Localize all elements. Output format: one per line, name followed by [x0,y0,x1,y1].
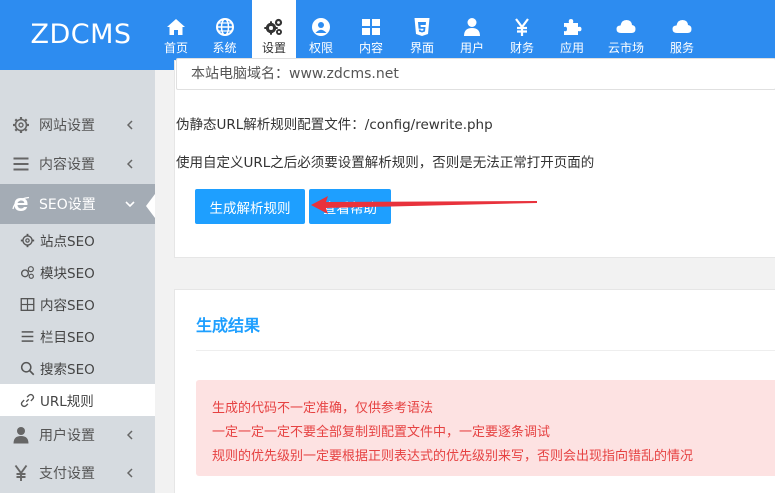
sidebar-item-label: 内容设置 [39,157,95,173]
nav-label: 服务 [669,41,694,55]
sidebar-item-content-settings[interactable]: 内容设置 [0,144,155,184]
sidebar-subitem-label: 模块SEO [40,266,95,282]
cloud-icon [616,17,636,37]
ie-icon [12,195,30,213]
nav-label: 用户 [459,41,484,55]
nav-label: 内容 [358,41,383,55]
nav-label: 设置 [261,41,286,55]
search-icon [20,361,35,376]
gears-icon [264,17,284,37]
sidebar-subitem-label: URL规则 [40,394,94,410]
link-icon [20,393,35,408]
result-title: 生成结果 [196,316,261,335]
sidebar-subitem-label: 内容SEO [40,298,95,314]
sidebar-item-payment-settings[interactable]: 支付设置 [0,454,155,492]
alert-line: 一定一定一定不要全部复制到配置文件中，一定要逐条调试 [212,425,551,440]
user-icon [12,426,30,444]
nav-label: 财务 [509,41,534,55]
gear-icon [20,233,35,248]
result-card: 生成结果 生成的代码不一定准确，仅供参考语法 一定一定一定不要全部复制到配置文件… [174,289,775,493]
nav-label: 应用 [559,41,584,55]
list-icon [12,155,30,173]
chevron-left-icon [125,468,135,478]
sidebar-item-label: SEO设置 [39,197,96,213]
sidebar-item-label: 网站设置 [39,118,95,134]
sidebar-item-label: 用户设置 [39,428,95,444]
notice-text: 使用自定义URL之后必须要设置解析规则，否则是无法正常打开页面的 [176,155,595,171]
chevron-left-icon [125,120,135,130]
html5-icon [412,17,432,37]
rewrite-config-text: 伪静态URL解析规则配置文件：/config/rewrite.php [176,117,493,133]
gear-icon [12,116,30,134]
globe-icon [215,17,235,37]
nav-label: 云市场 [607,41,644,55]
divider [196,350,775,351]
generate-rules-button[interactable]: 生成解析规则 [195,189,305,224]
sidebar-subitem-content-seo[interactable]: 内容SEO [0,288,155,320]
sidebar-item-site-settings[interactable]: 网站设置 [0,105,155,145]
user-circle-icon [311,17,331,37]
user-icon [462,17,482,37]
sidebar-subitem-url-rules[interactable]: URL规则 [0,384,155,416]
grid-icon [361,17,381,37]
sidebar-subitem-module-seo[interactable]: 模块SEO [0,256,155,288]
domain-field[interactable]: 本站电脑域名：www.zdcms.net [176,58,775,90]
warning-alert: 生成的代码不一定准确，仅供参考语法 一定一定一定不要全部复制到配置文件中，一定要… [196,380,775,476]
sidebar-subitem-site-seo[interactable]: 站点SEO [0,224,155,256]
nav-label: 系统 [212,41,237,55]
yen-icon [12,464,30,482]
nav-label: 首页 [163,41,188,55]
yen-icon [512,17,532,37]
sidebar-subitem-label: 搜索SEO [40,362,95,378]
home-icon [166,17,186,37]
sidebar-subitem-label: 站点SEO [40,234,95,250]
sidebar-item-label: 支付设置 [39,466,95,482]
gears-icon [20,265,35,280]
main-content: 本站电脑域名：www.zdcms.net 伪静态URL解析规则配置文件：/con… [155,58,775,493]
nav-label: 界面 [409,41,434,55]
table-icon [20,297,35,312]
sidebar-item-seo-settings[interactable]: SEO设置 [0,184,155,224]
help-button[interactable]: 查看帮助 [309,189,391,224]
sidebar-item-user-settings[interactable]: 用户设置 [0,416,155,454]
alert-line: 规则的优先级别一定要根据正则表达式的优先级别来写，否则会出现指向错乱的情况 [212,449,694,464]
sidebar-subitem-category-seo[interactable]: 栏目SEO [0,320,155,352]
alert-line: 生成的代码不一定准确，仅供参考语法 [212,401,434,416]
chevron-left-icon [125,159,135,169]
nav-label: 权限 [308,41,333,55]
active-indicator [146,194,155,218]
chevron-left-icon [125,430,135,440]
puzzle-icon [562,17,582,37]
cloud-icon [672,17,692,37]
sidebar-subitem-label: 栏目SEO [40,330,95,346]
chevron-down-icon [125,199,135,209]
sidebar: 网站设置 内容设置 SEO设置 站点SEO 模块SEO 内容SEO 栏目SEO … [0,70,155,493]
list-icon [20,329,35,344]
app-logo[interactable]: ZDCMS [0,0,162,70]
sidebar-subitem-search-seo[interactable]: 搜索SEO [0,352,155,384]
